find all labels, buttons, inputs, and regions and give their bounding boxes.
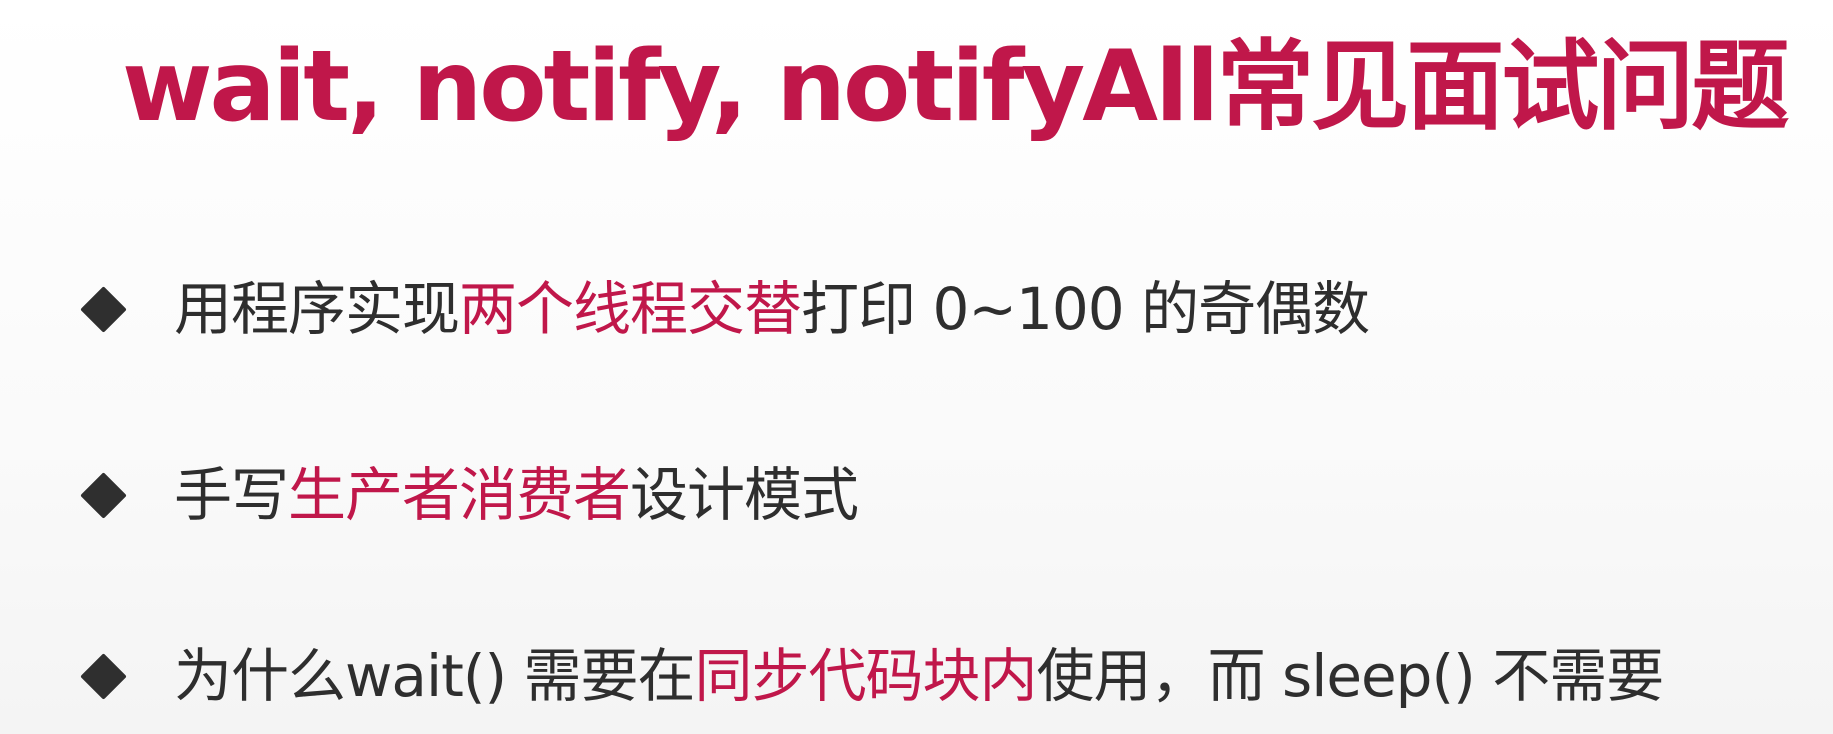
question-text-highlight: 同步代码块内 [694, 642, 1038, 710]
question-text-after: 设计模式 [630, 461, 859, 529]
question-text-highlight: 生产者消费者 [288, 461, 631, 529]
question-item: 为什么wait() 需要在同步代码块内使用，而 sleep() 不需要 [80, 639, 1665, 713]
question-text-before: 为什么wait() 需要在 [174, 642, 696, 710]
diamond-bullet-icon [80, 285, 127, 333]
question-text-highlight: 两个线程交替 [459, 275, 802, 343]
question-text: 手写生产者消费者设计模式 [174, 458, 859, 532]
diamond-bullet-icon [80, 471, 127, 519]
question-text: 用程序实现两个线程交替打印 0~100 的奇偶数 [174, 272, 1370, 346]
question-text-before: 用程序实现 [174, 275, 460, 343]
slide: wait, notify, notifyAll常见面试问题 用程序实现两个线程交… [0, 0, 1833, 734]
slide-title: wait, notify, notifyAll常见面试问题 [122, 30, 1789, 144]
question-text-before: 手写 [174, 461, 289, 529]
question-item: 用程序实现两个线程交替打印 0~100 的奇偶数 [80, 272, 1370, 346]
question-text-after: 使用，而 sleep() 不需要 [1036, 642, 1665, 710]
question-text-after: 打印 0~100 的奇偶数 [801, 275, 1370, 343]
question-text: 为什么wait() 需要在同步代码块内使用，而 sleep() 不需要 [174, 639, 1665, 713]
diamond-bullet-icon [80, 652, 127, 700]
question-item: 手写生产者消费者设计模式 [80, 458, 859, 532]
